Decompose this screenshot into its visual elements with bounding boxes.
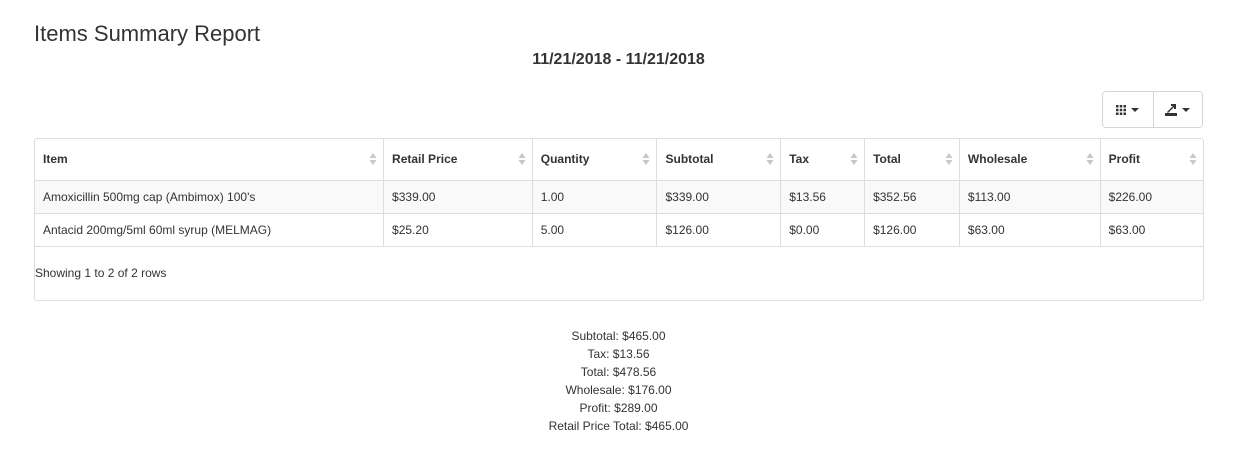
sort-icon — [518, 153, 526, 166]
table-cell: $339.00 — [656, 180, 781, 214]
items-table: Item Retail Price Quantity Subtotal Tax Total… — [35, 139, 1203, 247]
tax-line: Tax: $13.56 — [587, 347, 650, 361]
export-button[interactable] — [1152, 92, 1202, 127]
column-header-label: Quantity — [540, 152, 590, 167]
table-cell: $0.00 — [780, 213, 865, 247]
sort-icon — [766, 153, 774, 166]
chevron-down-icon — [1131, 107, 1140, 112]
totals-summary: Subtotal: $465.00 Tax: $13.56 Total: $47… — [0, 327, 1237, 435]
retail-price-total-line: Retail Price Total: $465.00 — [548, 419, 689, 433]
sort-icon — [945, 153, 953, 166]
column-header-label: Profit — [1108, 152, 1140, 167]
table-cell: $352.56 — [864, 180, 960, 214]
column-header-label: Tax — [789, 152, 810, 167]
table-body: Amoxicillin 500mg cap (Ambimox) 100's $33… — [35, 180, 1203, 247]
column-header[interactable]: Profit — [1099, 139, 1203, 181]
subtotal-line: Subtotal: $465.00 — [571, 329, 666, 343]
columns-grid-icon — [1116, 104, 1127, 115]
column-header[interactable]: Total — [864, 139, 960, 181]
sort-icon — [1189, 153, 1197, 166]
column-header[interactable]: Subtotal — [656, 139, 781, 181]
column-header[interactable]: Quantity — [531, 139, 657, 181]
column-header[interactable]: Retail Price — [383, 139, 533, 181]
table-cell: $25.20 — [383, 213, 533, 247]
wholesale-line: Wholesale: $176.00 — [565, 383, 672, 397]
column-header-label: Total — [873, 152, 901, 167]
sort-icon — [1086, 153, 1094, 166]
table-cell: $226.00 — [1099, 180, 1203, 214]
table-cell: $339.00 — [383, 180, 533, 214]
items-table-container: Item Retail Price Quantity Subtotal Tax Total… — [34, 138, 1204, 301]
column-header-label: Subtotal — [665, 152, 714, 167]
table-cell: $126.00 — [864, 213, 960, 247]
sort-icon — [850, 153, 858, 166]
column-header[interactable]: Tax — [780, 139, 865, 181]
chevron-down-icon — [1182, 107, 1191, 112]
sort-icon — [642, 153, 650, 166]
table-cell: $126.00 — [656, 213, 781, 247]
pagination-info: Showing 1 to 2 of 2 rows — [35, 266, 167, 280]
profit-line: Profit: $289.00 — [579, 401, 658, 415]
column-header-label: Retail Price — [392, 152, 458, 167]
page-title: Items Summary Report — [34, 21, 261, 46]
report-page: Items Summary Report 11/21/2018 - 11/21/… — [0, 0, 1237, 449]
table-cell: Amoxicillin 500mg cap (Ambimox) 100's — [35, 180, 384, 214]
table-cell: $63.00 — [958, 213, 1101, 247]
columns-button[interactable] — [1103, 92, 1153, 127]
table-cell: Antacid 200mg/5ml 60ml syrup (MELMAG) — [35, 213, 384, 247]
table-row[interactable]: Amoxicillin 500mg cap (Ambimox) 100's $33… — [35, 180, 1203, 214]
table-cell: 5.00 — [531, 213, 657, 247]
table-toolbar — [1102, 91, 1203, 128]
table-cell: $113.00 — [958, 180, 1101, 214]
column-header[interactable]: Item — [35, 139, 384, 181]
table-row[interactable]: Antacid 200mg/5ml 60ml syrup (MELMAG) $25… — [35, 213, 1203, 247]
column-header[interactable]: Wholesale — [958, 139, 1101, 181]
table-cell: 1.00 — [531, 180, 657, 214]
sort-icon — [369, 153, 377, 166]
table-cell: $13.56 — [780, 180, 865, 214]
column-header-label: Wholesale — [967, 152, 1028, 167]
column-header-label: Item — [43, 152, 68, 167]
table-header-row: Item Retail Price Quantity Subtotal Tax Total… — [35, 139, 1203, 181]
date-range: 11/21/2018 - 11/21/2018 — [532, 51, 705, 68]
table-cell: $63.00 — [1099, 213, 1203, 247]
total-line: Total: $478.56 — [580, 365, 657, 379]
export-icon — [1165, 103, 1178, 116]
